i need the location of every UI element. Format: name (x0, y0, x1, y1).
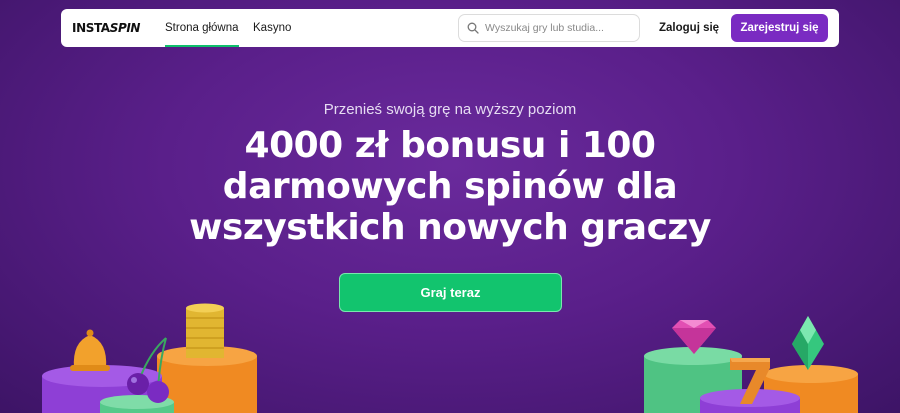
coin-stack-icon (186, 303, 224, 358)
decorative-scene (42, 303, 858, 413)
green-gem-icon (792, 316, 824, 370)
bell-icon (70, 329, 110, 371)
